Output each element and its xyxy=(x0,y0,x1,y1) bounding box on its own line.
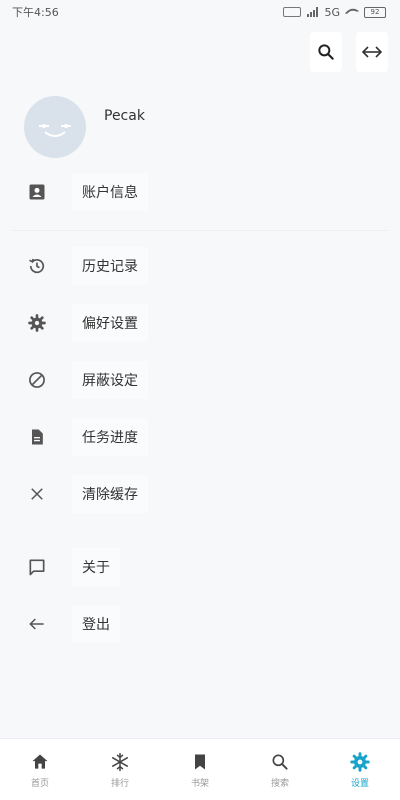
account-box-icon xyxy=(26,181,48,203)
bottom-nav: 首页 排行 书架 搜索 设置 xyxy=(0,738,400,800)
menu-label: 屏蔽设定 xyxy=(72,361,148,399)
battery-icon: 92 xyxy=(364,6,386,18)
arrow-left-icon xyxy=(26,613,48,635)
menu-label: 账户信息 xyxy=(72,173,148,211)
menu-label: 关于 xyxy=(72,548,120,586)
avatar[interactable] xyxy=(24,96,86,158)
snowflake-icon xyxy=(109,751,131,773)
expand-button[interactable] xyxy=(356,32,388,72)
status-icons: 5G 92 xyxy=(283,4,386,20)
avatar-face-icon xyxy=(39,124,71,137)
menu-label: 历史记录 xyxy=(72,247,148,285)
menu-label: 任务进度 xyxy=(72,418,148,456)
gear-icon xyxy=(26,312,48,334)
nav-item-home[interactable]: 首页 xyxy=(10,751,70,789)
history-icon xyxy=(26,255,48,277)
nav-label: 首页 xyxy=(30,778,49,789)
search-button[interactable] xyxy=(310,32,342,72)
status-bar: 下午4:56 5G 92 xyxy=(0,0,400,24)
signal-icon xyxy=(307,7,319,17)
username: Pecak xyxy=(104,108,145,124)
battery-level: 92 xyxy=(370,8,380,16)
nav-label: 排行 xyxy=(110,778,129,789)
chat-icon xyxy=(26,556,48,578)
user-profile[interactable]: Pecak xyxy=(24,96,145,158)
menu-label: 清除缓存 xyxy=(72,475,148,513)
bookmark-icon xyxy=(189,751,211,773)
menu-label: 登出 xyxy=(72,605,120,643)
menu-item-tasks[interactable]: 任务进度 xyxy=(0,417,400,457)
divider xyxy=(12,230,388,231)
nav-item-bookshelf[interactable]: 书架 xyxy=(170,751,230,789)
expand-horizontal-icon xyxy=(361,46,383,58)
sim-icon xyxy=(283,7,302,17)
menu-item-account[interactable]: 账户信息 xyxy=(0,172,400,212)
network-type: 5G xyxy=(324,5,340,19)
menu-item-about[interactable]: 关于 xyxy=(0,547,400,587)
close-icon xyxy=(26,483,48,505)
status-time: 下午4:56 xyxy=(12,6,59,19)
nav-item-settings[interactable]: 设置 xyxy=(330,751,390,789)
gear-icon xyxy=(349,751,371,773)
menu-item-preferences[interactable]: 偏好设置 xyxy=(0,303,400,343)
home-icon xyxy=(29,751,51,773)
menu-item-block[interactable]: 屏蔽设定 xyxy=(0,360,400,400)
menu-item-history[interactable]: 历史记录 xyxy=(0,246,400,286)
document-icon xyxy=(26,426,48,448)
block-icon xyxy=(26,369,48,391)
nav-label: 搜索 xyxy=(270,778,289,789)
top-actions xyxy=(310,32,388,72)
menu-item-logout[interactable]: 登出 xyxy=(0,604,400,644)
menu-item-clear-cache[interactable]: 清除缓存 xyxy=(0,474,400,514)
nav-item-ranking[interactable]: 排行 xyxy=(90,751,150,789)
nav-label: 设置 xyxy=(350,778,369,789)
search-icon xyxy=(269,751,291,773)
search-icon xyxy=(318,44,334,60)
menu-label: 偏好设置 xyxy=(72,304,148,342)
wifi-icon xyxy=(344,4,360,20)
nav-item-search[interactable]: 搜索 xyxy=(250,751,310,789)
nav-label: 书架 xyxy=(190,778,209,789)
